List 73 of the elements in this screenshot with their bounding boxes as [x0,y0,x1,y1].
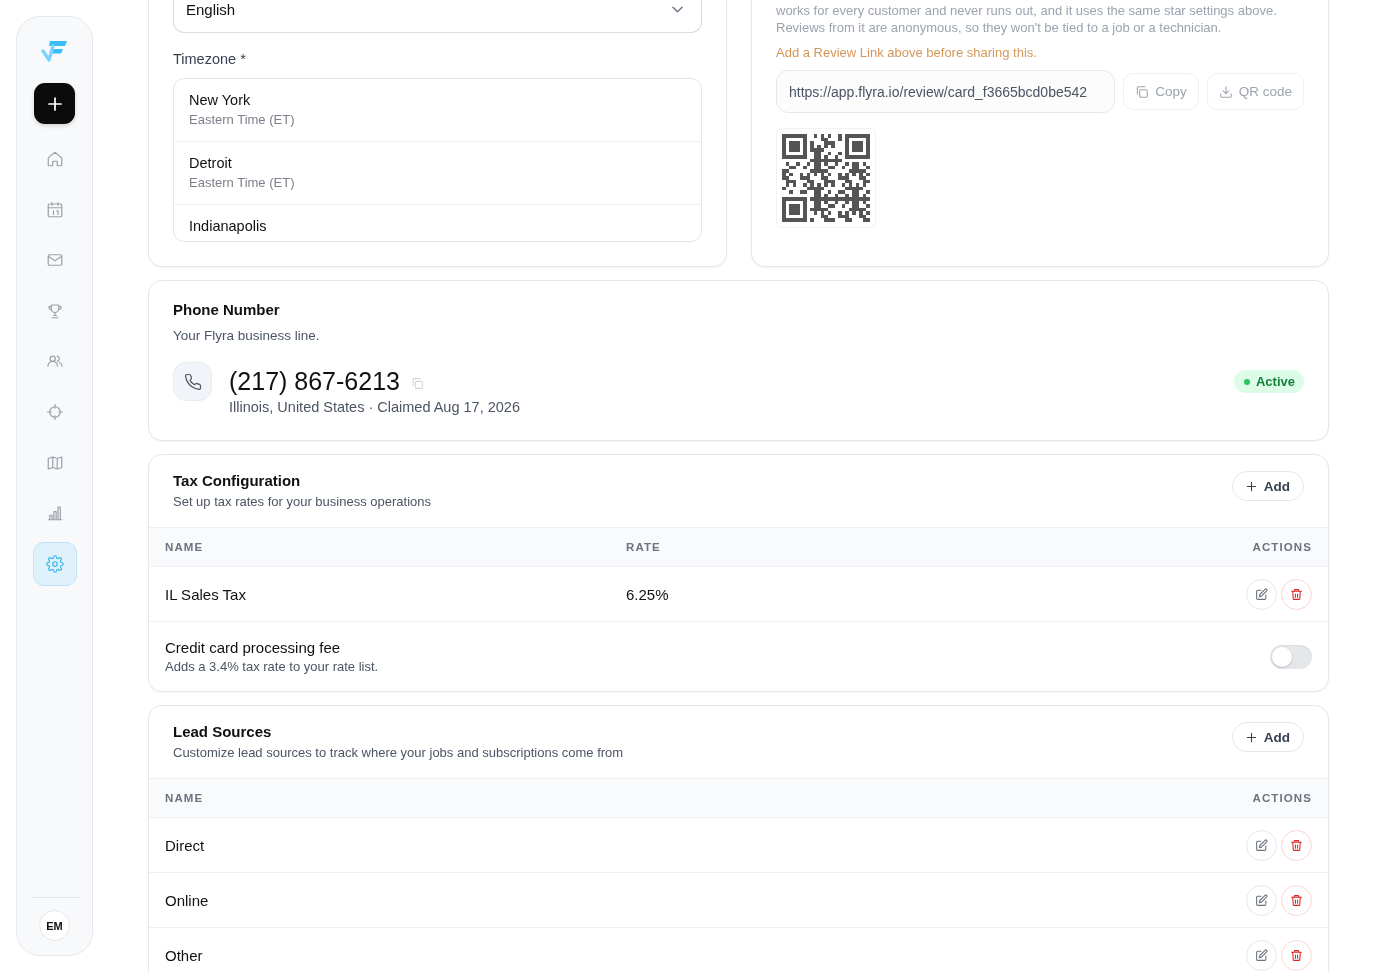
edit-icon [1255,893,1268,907]
column-header: ACTIONS [1252,792,1312,804]
edit-icon [1255,948,1268,962]
download-icon [1218,84,1233,99]
phone-details: Illinois, United States · Claimed Aug 17, 2026 [229,398,521,416]
fee-toggle[interactable] [1270,644,1312,669]
crosshair-icon [45,402,64,421]
edit-icon [1255,587,1268,601]
trash-icon [1290,587,1303,601]
home-icon [45,150,64,168]
card-subtitle: Customize lead sources to track where your jobs and subscriptions come from [173,745,624,761]
trophy-icon [45,301,64,320]
trash-icon [1290,893,1303,907]
tax-name: IL Sales Tax [165,585,247,603]
copy-icon[interactable] [410,376,424,390]
nav-button[interactable] [32,541,77,586]
link-field[interactable]: https://app.flyra.io/review/card_f3665bcd0be542 [776,70,1116,113]
edit-button[interactable] [1246,829,1277,861]
status-label: Active [1255,374,1295,389]
column-header: NAME [165,541,205,553]
card-subtitle: Your Flyra business line. [173,327,321,345]
map-icon [45,453,64,472]
user-avatar[interactable]: EM [39,910,70,941]
delete-button[interactable] [1281,884,1312,916]
qr-code-icon [776,128,876,228]
status-dot-icon [1243,378,1250,385]
delete-button[interactable] [1281,578,1312,610]
add-button[interactable]: Add [1231,471,1304,501]
source-name: Other [165,946,204,964]
source-name: Direct [165,836,206,854]
timezone-option[interactable]: Indianapolis [174,205,701,241]
timezone-option[interactable]: Detroit Eastern Time (ET) [174,142,701,205]
description-text: works for every customer and never runs out, and it uses the same star settings above. Reviews from it are anonymous, so they won't be tied to a job or a technician. [776,2,1278,36]
plus-icon [1245,480,1257,492]
city-name: New York [189,91,252,109]
timezone-name: Eastern Time (ET) [189,111,296,129]
column-header: RATE [626,541,662,553]
copy-icon [1135,84,1150,99]
new-button[interactable] [34,83,75,124]
fee-description: Adds a 3.4% tax rate to your rate list. [165,658,379,675]
field-label: Timezone * [173,50,247,68]
calendar-icon [45,200,64,219]
delete-button[interactable] [1281,939,1312,971]
timezone-option[interactable]: New York Eastern Time (ET) [174,79,701,142]
city-name: Detroit [189,154,233,172]
add-button[interactable]: Add [1231,722,1304,752]
column-header: NAME [165,792,205,804]
column-header: ACTIONS [1252,541,1312,553]
phone-number: (217) 867-6213 [229,366,400,397]
trash-icon [1290,948,1303,962]
card-subtitle: Set up tax rates for your business operations [173,494,431,510]
plus-icon [1245,731,1257,743]
settings-icon [45,554,64,573]
city-name: Indianapolis [189,217,268,235]
bar-chart-icon [45,504,64,523]
edit-button[interactable] [1246,939,1277,971]
edit-icon [1255,838,1268,852]
source-name: Online [165,891,210,909]
language-select[interactable]: English [173,0,702,33]
delete-button[interactable] [1281,829,1312,861]
edit-button[interactable] [1246,884,1277,916]
timezone-name: Eastern Time (ET) [189,174,296,192]
card-title: Lead Sources [173,722,273,742]
tax-rate: 6.25% [626,585,670,603]
fee-label: Credit card processing fee [165,638,342,657]
plus-icon [46,95,63,112]
phone-icon [173,362,212,401]
chevron-down-icon [672,6,683,13]
warning-text: Add a Review Link above before sharing this. [776,44,1038,61]
card-title: Phone Number [173,300,281,320]
trash-icon [1290,838,1303,852]
card-title: Tax Configuration [173,471,302,491]
edit-button[interactable] [1246,578,1277,610]
